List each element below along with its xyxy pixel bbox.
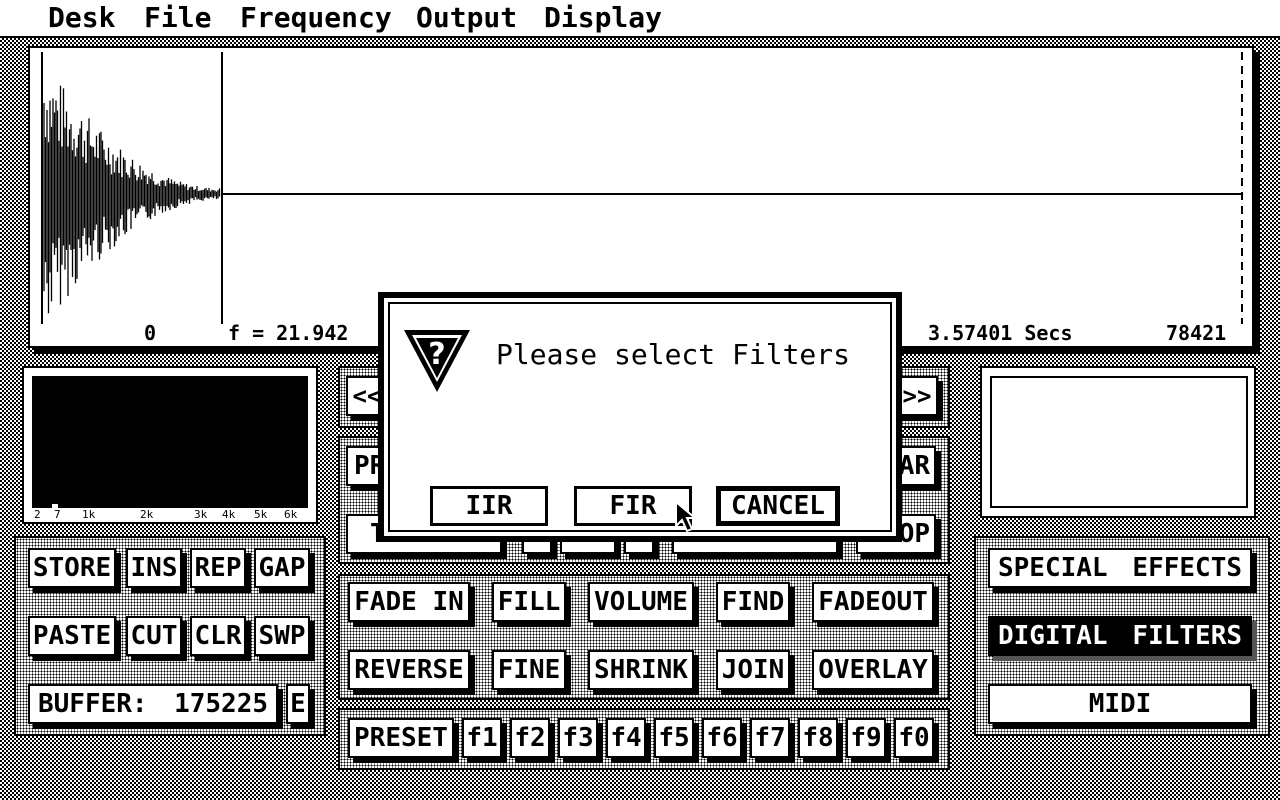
preset-f5-button[interactable]: f5 <box>654 718 694 758</box>
duration-readout: 3.57401 Secs <box>928 321 1073 345</box>
menu-file[interactable]: File <box>144 2 211 34</box>
digital-filters-button[interactable]: DIGITAL FILTERS <box>988 616 1252 656</box>
info-screen <box>990 376 1248 508</box>
menu-desk[interactable]: Desk <box>48 2 115 34</box>
cancel-button[interactable]: CANCEL <box>716 486 840 526</box>
special-effects-button[interactable]: SPECIAL EFFECTS <box>988 548 1252 588</box>
reverse-button[interactable]: REVERSE <box>348 650 470 690</box>
clear-buffer-button[interactable]: CLR <box>190 616 246 656</box>
replace-button[interactable]: REP <box>190 548 246 588</box>
preset-f2-button[interactable]: f2 <box>510 718 550 758</box>
paste-button[interactable]: PASTE <box>28 616 116 656</box>
fade-in-button[interactable]: FADE IN <box>348 582 470 622</box>
buffer-value: 175225 <box>174 689 268 719</box>
cut-button[interactable]: CUT <box>126 616 182 656</box>
insert-button[interactable]: INS <box>126 548 182 588</box>
spectrum-tick: 2 <box>34 508 41 521</box>
join-button[interactable]: JOIN <box>716 650 790 690</box>
preset-f9-button[interactable]: f9 <box>846 718 886 758</box>
preset-f7-button[interactable]: f7 <box>750 718 790 758</box>
forward-button[interactable]: >> <box>896 376 938 416</box>
preset-f1-button[interactable]: f1 <box>462 718 502 758</box>
waveform-trace <box>43 85 221 314</box>
midi-button[interactable]: MIDI <box>988 684 1252 724</box>
menu-output[interactable]: Output <box>416 2 517 34</box>
question-icon: ? <box>404 330 470 392</box>
overlay-button[interactable]: OVERLAY <box>812 650 934 690</box>
spectrum-tick: 6k <box>284 508 298 521</box>
spectrum-analyzer: 2 7 1k 2k 3k 4k 5k 6k <box>22 366 318 524</box>
buffer-size-display: BUFFER: 175225 <box>28 684 278 724</box>
spectrum-tick: 7 <box>54 508 61 521</box>
preset-f0-button[interactable]: f0 <box>894 718 934 758</box>
sample-count-readout: 78421 <box>1166 321 1227 345</box>
spectrum-tick: 2k <box>140 508 154 521</box>
menu-bar: Desk File Frequency Output Display <box>0 0 1280 38</box>
digital-filters-label-2: FILTERS <box>1132 621 1242 651</box>
menu-display[interactable]: Display <box>544 2 662 34</box>
preset-f8-button[interactable]: f8 <box>798 718 838 758</box>
preset-button[interactable]: PRESET <box>348 718 454 758</box>
find-button[interactable]: FIND <box>716 582 790 622</box>
preset-f3-button[interactable]: f3 <box>558 718 598 758</box>
spectrum-tick: 3k <box>194 508 208 521</box>
swap-button[interactable]: SWP <box>254 616 310 656</box>
dialog-message: Please select Filters <box>496 338 851 371</box>
spectrum-tick: 1k <box>82 508 96 521</box>
shrink-button[interactable]: SHRINK <box>588 650 694 690</box>
gap-button[interactable]: GAP <box>254 548 310 588</box>
buffer-e-button[interactable]: E <box>286 684 310 724</box>
mouse-pointer-icon <box>675 500 696 533</box>
digital-filters-label-1: DIGITAL <box>998 621 1108 651</box>
fadeout-button[interactable]: FADEOUT <box>812 582 934 622</box>
spectrum-tick: 5k <box>254 508 268 521</box>
special-effects-label-1: SPECIAL <box>998 553 1108 583</box>
preset-f4-button[interactable]: f4 <box>606 718 646 758</box>
special-effects-label-2: EFFECTS <box>1132 553 1242 583</box>
preset-f6-button[interactable]: f6 <box>702 718 742 758</box>
menu-frequency[interactable]: Frequency <box>240 2 392 34</box>
volume-button[interactable]: VOLUME <box>588 582 694 622</box>
iir-button[interactable]: IIR <box>430 486 548 526</box>
waveform-start-label: 0 <box>144 321 157 345</box>
buffer-label: BUFFER: <box>38 689 148 719</box>
filter-select-dialog: ? Please select Filters IIR FIR CANCEL <box>382 296 898 538</box>
spectrum-tick: 4k <box>222 508 236 521</box>
spectrum-screen <box>32 376 308 508</box>
fill-button[interactable]: FILL <box>492 582 566 622</box>
store-button[interactable]: STORE <box>28 548 116 588</box>
fine-button[interactable]: FINE <box>492 650 566 690</box>
info-panel <box>980 366 1256 518</box>
spectrum-axis: 2 7 1k 2k 3k 4k 5k 6k <box>32 508 308 522</box>
frequency-readout: f = 21.942 <box>228 321 349 345</box>
svg-text:?: ? <box>428 337 445 372</box>
